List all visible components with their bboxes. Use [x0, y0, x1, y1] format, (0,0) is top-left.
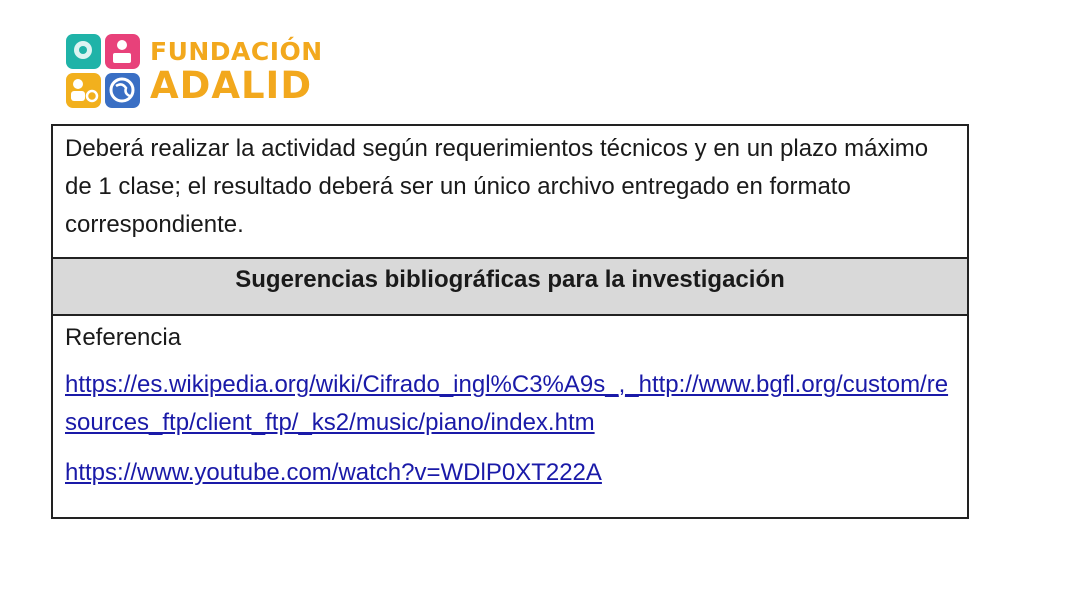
- references-cell: Referencia https://es.wikipedia.org/wiki…: [53, 316, 967, 517]
- references-label: Referencia: [65, 324, 182, 351]
- reference-link-wikipedia-bgfl[interactable]: https://es.wikipedia.org/wiki/Cifrado_in…: [65, 366, 955, 442]
- person-laptop-icon: [105, 34, 140, 69]
- person-gear-icon: [66, 73, 101, 108]
- section-header-cell: Sugerencias bibliográficas para la inves…: [53, 259, 967, 316]
- section-header: Sugerencias bibliográficas para la inves…: [235, 266, 785, 293]
- logo-icons: [66, 34, 140, 108]
- activity-table: Deberá realizar la actividad según reque…: [51, 124, 969, 519]
- instructions-text: Deberá realizar la actividad según reque…: [65, 135, 929, 238]
- instructions-cell: Deberá realizar la actividad según reque…: [53, 126, 967, 259]
- reference-link-youtube[interactable]: https://www.youtube.com/watch?v=WDlP0XT2…: [65, 454, 955, 492]
- logo-line-fundacion: FUNDACIÓN: [150, 37, 323, 66]
- logo-text: FUNDACIÓN ADALID: [150, 38, 323, 106]
- logo-line-adalid: ADALID: [150, 64, 313, 107]
- fundacion-adalid-logo: FUNDACIÓN ADALID: [66, 34, 336, 110]
